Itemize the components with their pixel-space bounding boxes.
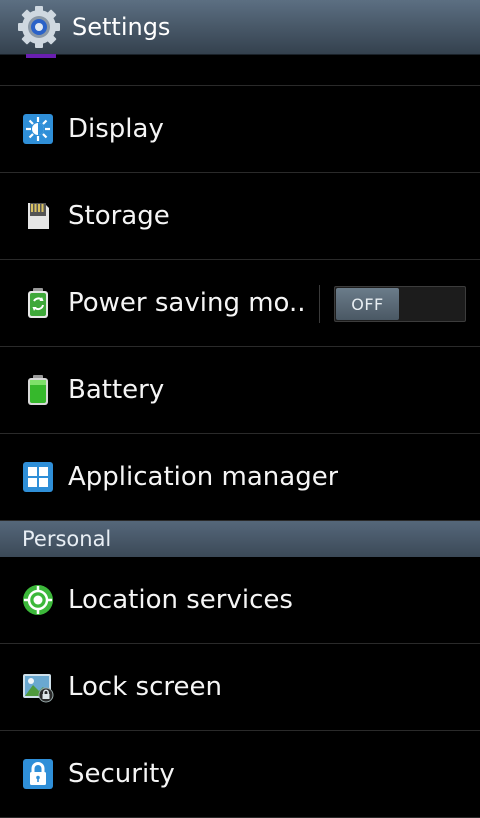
location-icon [23,585,53,615]
settings-item-label: Security [68,759,175,789]
battery-icon [28,375,48,405]
settings-item-label: Lock screen [68,672,222,702]
title-bar: Settings [0,0,480,55]
settings-item-label: Battery [68,375,165,405]
settings-item-lock-screen[interactable]: Lock screen [0,644,480,731]
list-item-partial[interactable] [0,54,480,86]
partial-icon [26,54,56,58]
settings-item-label: Application manager [68,462,339,492]
settings-item-label: Location services [68,585,293,615]
power-saving-icon [28,288,48,318]
settings-item-label: Storage [68,201,170,231]
security-lock-icon [23,759,53,789]
settings-item-security[interactable]: Security [0,731,480,818]
page-title: Settings [72,13,171,41]
settings-item-application-manager[interactable]: Application manager [0,434,480,521]
settings-item-battery[interactable]: Battery [0,347,480,434]
toggle-divider [319,285,320,323]
gear-icon[interactable] [18,6,60,48]
settings-list: Display Storage Power saving mo.. OFF Ba… [0,54,480,818]
section-title: Personal [22,527,112,551]
power-saving-toggle-area: OFF [319,284,466,324]
settings-item-label: Display [68,114,164,144]
storage-sd-card-icon [28,203,49,229]
power-saving-toggle[interactable]: OFF [334,286,466,322]
settings-item-display[interactable]: Display [0,86,480,173]
settings-item-location-services[interactable]: Location services [0,557,480,644]
settings-item-power-saving[interactable]: Power saving mo.. OFF [0,260,480,347]
display-brightness-icon [23,114,53,144]
section-header-personal: Personal [0,521,480,557]
toggle-knob: OFF [336,288,399,320]
settings-item-storage[interactable]: Storage [0,173,480,260]
lock-screen-icon [23,674,54,703]
settings-item-label: Power saving mo.. [68,288,306,318]
application-manager-icon [23,462,53,492]
